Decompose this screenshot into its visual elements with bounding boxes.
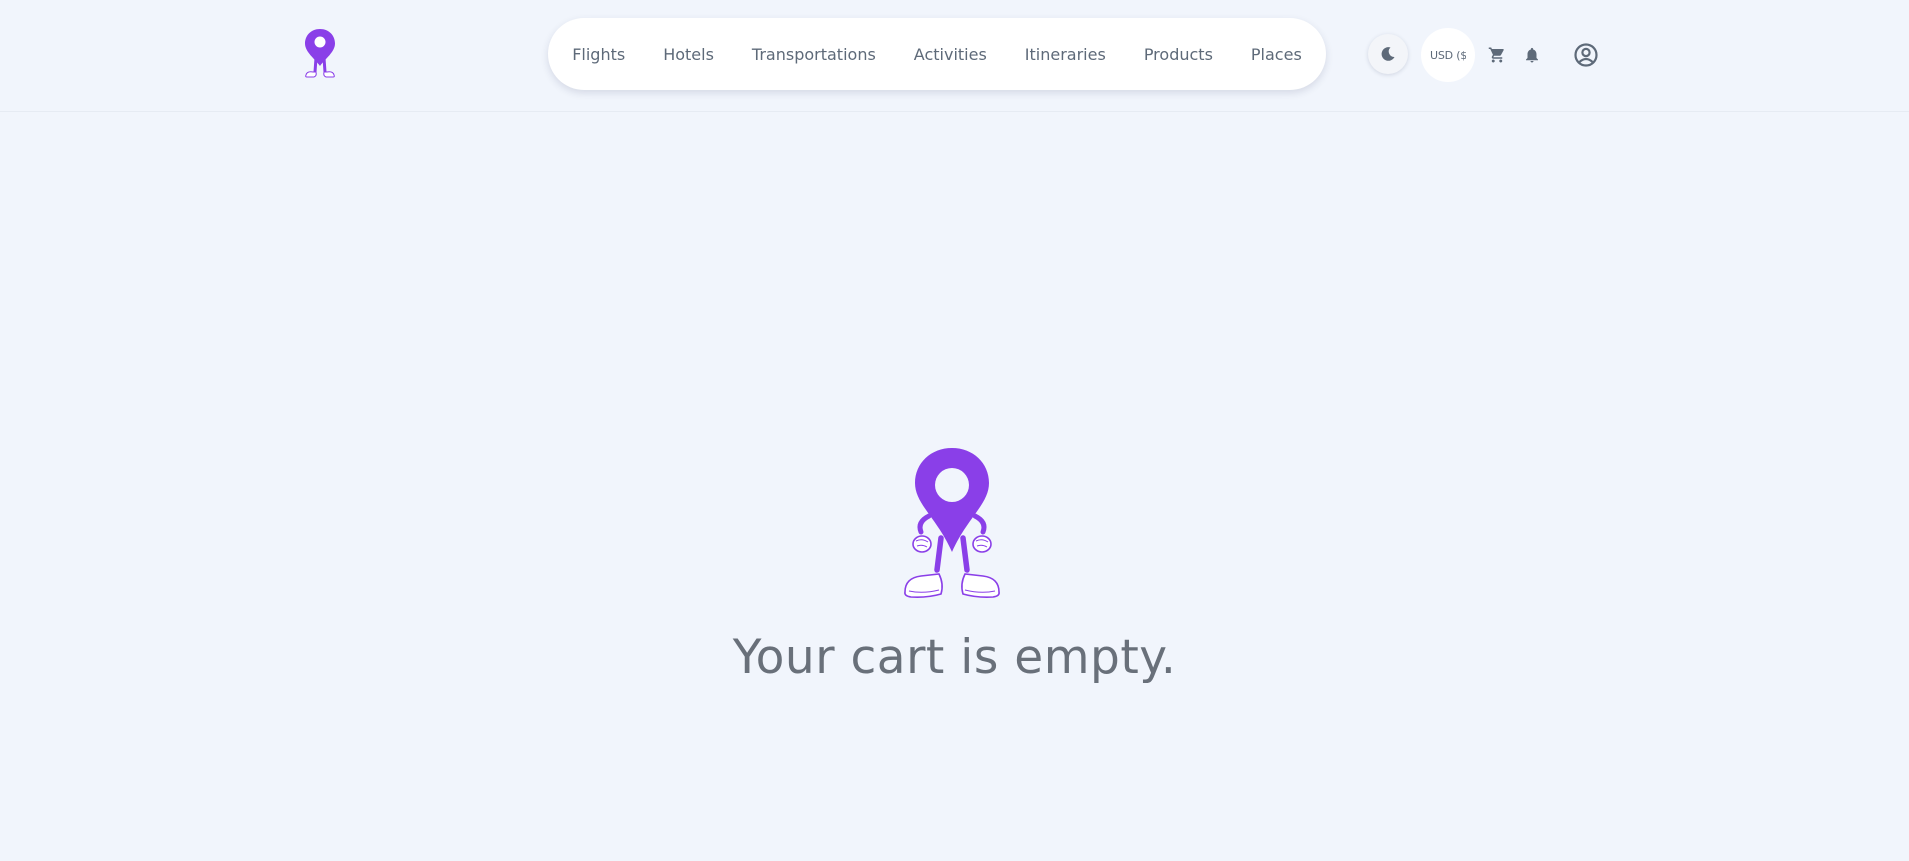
currency-selector[interactable]: USD ($ xyxy=(1421,28,1475,82)
bell-icon xyxy=(1526,47,1538,63)
logo-map-pin-icon[interactable] xyxy=(302,28,338,80)
empty-cart-mascot-icon xyxy=(904,448,1000,598)
nav-hotels[interactable]: Hotels xyxy=(663,45,714,64)
nav-places[interactable]: Places xyxy=(1251,45,1302,64)
nav-itineraries[interactable]: Itineraries xyxy=(1025,45,1106,64)
main-nav: Flights Hotels Transportations Activitie… xyxy=(548,18,1326,90)
nav-flights[interactable]: Flights xyxy=(572,45,625,64)
nav-transportations[interactable]: Transportations xyxy=(752,45,876,64)
top-header: Flights Hotels Transportations Activitie… xyxy=(0,0,1909,112)
cart-button[interactable] xyxy=(1486,44,1508,66)
cart-icon xyxy=(1488,47,1504,63)
nav-products[interactable]: Products xyxy=(1144,45,1213,64)
empty-cart-message: Your cart is empty. xyxy=(732,630,1177,685)
currency-label: USD ($ xyxy=(1430,48,1466,62)
notifications-button[interactable] xyxy=(1521,44,1543,66)
moon-icon xyxy=(1381,47,1395,61)
user-circle-icon xyxy=(1574,43,1598,67)
account-button[interactable] xyxy=(1572,41,1600,69)
nav-activities[interactable]: Activities xyxy=(914,45,987,64)
theme-toggle-button[interactable] xyxy=(1368,34,1408,74)
